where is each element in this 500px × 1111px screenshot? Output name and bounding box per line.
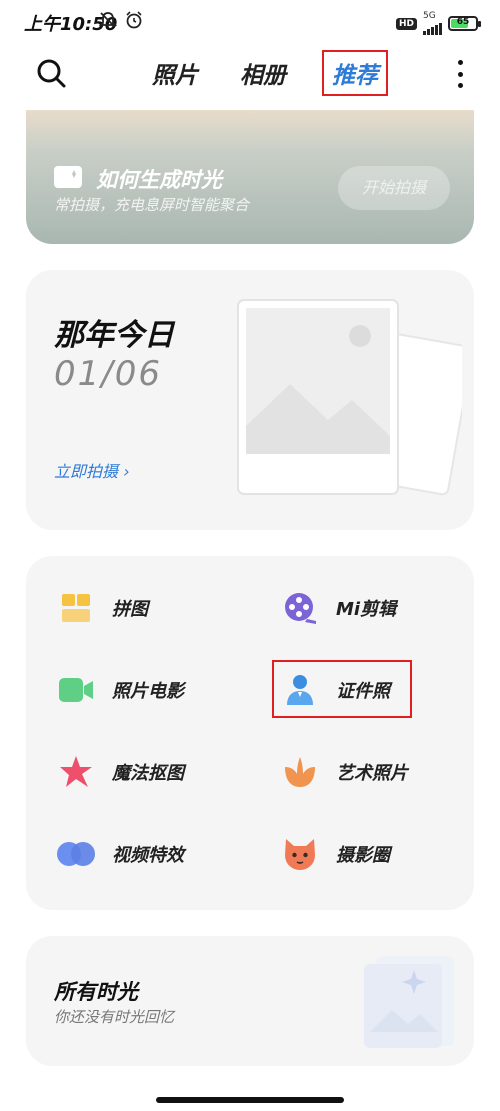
moments-placeholder-icon (364, 956, 454, 1048)
tool-label: 照片电影 (112, 681, 184, 702)
battery-level: 65 (456, 17, 470, 27)
battery-icon: 65 (448, 16, 481, 31)
status-bar: 上午10:50 HD 5G 65 (0, 0, 500, 44)
id-photo-highlight (272, 660, 412, 718)
banner-subtitle: 常拍摄，充电息屏时智能聚合 (54, 196, 250, 214)
on-this-day-date: 01/06 (54, 354, 162, 394)
fox-face-icon (280, 834, 320, 874)
tool-label: 艺术照片 (336, 763, 408, 784)
tool-photo-movie[interactable]: 照片电影 (56, 662, 246, 718)
hd-badge: HD (395, 17, 417, 30)
tool-video-effects[interactable]: 视频特效 (56, 826, 246, 882)
photo-stack-icon (237, 299, 462, 496)
search-button[interactable] (34, 56, 70, 92)
muted-bell-icon (98, 12, 118, 28)
tool-art-photo[interactable]: 艺术照片 (280, 744, 470, 800)
all-moments-card[interactable]: 所有时光 你还没有时光回忆 (26, 936, 474, 1066)
moments-card-icon (54, 166, 82, 188)
on-this-day-card[interactable]: 那年今日 01/06 立即拍摄 › (26, 270, 474, 530)
overlapping-circles-icon (56, 834, 96, 874)
more-dot-icon (457, 71, 463, 77)
start-shooting-button[interactable]: 开始拍摄 (338, 166, 450, 210)
video-camera-icon (56, 670, 96, 710)
banner-title: 如何生成时光 (96, 168, 222, 192)
tool-mi-edit[interactable]: Mi剪辑 (280, 580, 470, 636)
tab-recommended[interactable]: 推荐 (322, 50, 388, 96)
more-dot-icon (457, 83, 463, 88)
status-indicators: HD 5G 65 (395, 12, 481, 35)
network-type: 5G (423, 11, 436, 21)
all-moments-subtitle: 你还没有时光回忆 (54, 1008, 175, 1026)
moments-banner[interactable]: 如何生成时光 常拍摄，充电息屏时智能聚合 开始拍摄 (26, 110, 474, 244)
tools-card: 拼图 Mi剪辑 照片电影 证件照 魔法抠图 艺术照片 视频特效 摄影圈 (26, 556, 474, 910)
top-bar: 照片 相册 推荐 (0, 46, 500, 102)
search-icon (37, 59, 66, 88)
star-cutout-icon (56, 752, 96, 792)
tool-magic-cutout[interactable]: 魔法抠图 (56, 744, 246, 800)
tool-label: 拼图 (112, 599, 148, 620)
tool-label: Mi剪辑 (336, 599, 397, 620)
tab-albums[interactable]: 相册 (234, 52, 292, 94)
collage-icon (56, 588, 96, 628)
on-this-day-title: 那年今日 (54, 318, 174, 353)
cellular-signal: 5G (423, 12, 442, 35)
more-dot-icon (457, 60, 463, 65)
home-indicator[interactable] (156, 1097, 344, 1103)
signal-bars-icon (423, 21, 442, 35)
tool-label: 魔法抠图 (112, 763, 184, 784)
tool-collage[interactable]: 拼图 (56, 580, 246, 636)
more-options-button[interactable] (456, 60, 464, 88)
flower-icon (280, 752, 320, 792)
shoot-now-link[interactable]: 立即拍摄 › (54, 458, 130, 482)
tab-photos[interactable]: 照片 (146, 52, 204, 94)
tool-photo-circle[interactable]: 摄影圈 (280, 826, 470, 882)
alarm-icon (126, 11, 142, 29)
tab-bar: 照片 相册 推荐 (146, 50, 388, 96)
film-reel-icon (280, 588, 320, 628)
status-icons (98, 10, 144, 30)
tool-label: 视频特效 (112, 845, 184, 866)
tool-label: 摄影圈 (336, 845, 390, 866)
all-moments-title: 所有时光 (54, 980, 138, 1004)
